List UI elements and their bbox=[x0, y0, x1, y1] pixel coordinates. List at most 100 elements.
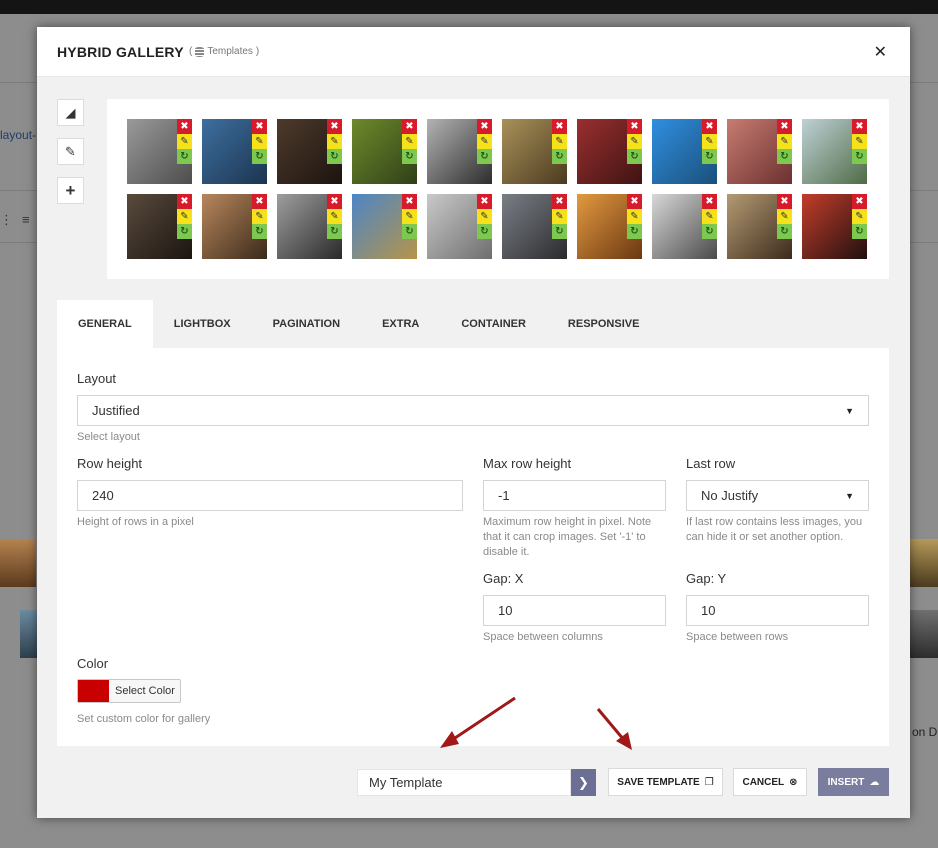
thumb-sand-tree[interactable]: ✖ ✎ ↻ bbox=[727, 194, 792, 259]
pencil-icon[interactable]: ✎ bbox=[402, 209, 417, 224]
tab-lightbox[interactable]: LIGHTBOX bbox=[153, 300, 252, 348]
thumb-shark-rocket[interactable]: ✖ ✎ ↻ bbox=[202, 119, 267, 184]
pencil-icon[interactable]: ✎ bbox=[852, 209, 867, 224]
replace-icon[interactable]: ↻ bbox=[477, 224, 492, 239]
row-height-input[interactable]: 240 bbox=[77, 480, 463, 511]
pencil-icon[interactable]: ✎ bbox=[477, 134, 492, 149]
bg-link[interactable]: layout- bbox=[0, 128, 36, 142]
replace-icon[interactable]: ↻ bbox=[327, 224, 342, 239]
replace-icon[interactable]: ↻ bbox=[177, 149, 192, 164]
replace-icon[interactable]: ↻ bbox=[402, 149, 417, 164]
pencil-button[interactable]: ✎ bbox=[57, 138, 84, 165]
pencil-icon[interactable]: ✎ bbox=[627, 209, 642, 224]
thumb-globe[interactable]: ✖ ✎ ↻ bbox=[652, 119, 717, 184]
close-button[interactable]: ✕ bbox=[874, 42, 887, 62]
pencil-icon[interactable]: ✎ bbox=[627, 134, 642, 149]
eraser-button[interactable]: ◢ bbox=[57, 99, 84, 126]
templates-link[interactable]: ( Templates ) bbox=[189, 46, 259, 57]
delete-icon[interactable]: ✖ bbox=[552, 119, 567, 134]
delete-icon[interactable]: ✖ bbox=[777, 119, 792, 134]
delete-icon[interactable]: ✖ bbox=[477, 119, 492, 134]
replace-icon[interactable]: ↻ bbox=[252, 149, 267, 164]
pencil-icon[interactable]: ✎ bbox=[777, 209, 792, 224]
thumb-flag-ball[interactable]: ✖ ✎ ↻ bbox=[802, 194, 867, 259]
replace-icon[interactable]: ↻ bbox=[177, 224, 192, 239]
thumb-dark-food[interactable]: ✖ ✎ ↻ bbox=[127, 194, 192, 259]
max-row-height-input[interactable]: -1 bbox=[483, 480, 666, 511]
thumb-city-street[interactable]: ✖ ✎ ↻ bbox=[502, 194, 567, 259]
thumb-sandwich-man[interactable]: ✖ ✎ ↻ bbox=[352, 119, 417, 184]
delete-icon[interactable]: ✖ bbox=[402, 119, 417, 134]
replace-icon[interactable]: ↻ bbox=[402, 224, 417, 239]
insert-button[interactable]: INSERT ☁ bbox=[818, 768, 889, 796]
template-name-input[interactable]: My Template bbox=[357, 769, 571, 796]
thumb-horse[interactable]: ✖ ✎ ↻ bbox=[427, 119, 492, 184]
delete-icon[interactable]: ✖ bbox=[477, 194, 492, 209]
thumb-meat-heart[interactable]: ✖ ✎ ↻ bbox=[577, 119, 642, 184]
thumb-eiffel-tower[interactable]: ✖ ✎ ↻ bbox=[277, 194, 342, 259]
pencil-icon[interactable]: ✎ bbox=[252, 209, 267, 224]
replace-icon[interactable]: ↻ bbox=[777, 224, 792, 239]
add-image-button[interactable]: + bbox=[57, 177, 84, 204]
tab-container[interactable]: CONTAINER bbox=[440, 300, 547, 348]
thumb-landscape[interactable]: ✖ ✎ ↻ bbox=[802, 119, 867, 184]
delete-icon[interactable]: ✖ bbox=[627, 194, 642, 209]
tab-responsive[interactable]: RESPONSIVE bbox=[547, 300, 661, 348]
save-template-button[interactable]: SAVE TEMPLATE ❐ bbox=[608, 768, 723, 796]
thumb-bowling-pins[interactable]: ✖ ✎ ↻ bbox=[577, 194, 642, 259]
pencil-icon[interactable]: ✎ bbox=[552, 134, 567, 149]
delete-icon[interactable]: ✖ bbox=[552, 194, 567, 209]
thumb-eating-woman[interactable]: ✖ ✎ ↻ bbox=[727, 119, 792, 184]
delete-icon[interactable]: ✖ bbox=[777, 194, 792, 209]
thumb-sky-road[interactable]: ✖ ✎ ↻ bbox=[352, 194, 417, 259]
pencil-icon[interactable]: ✎ bbox=[177, 134, 192, 149]
tab-general[interactable]: GENERAL bbox=[57, 300, 153, 348]
gap-y-input[interactable]: 10 bbox=[686, 595, 869, 626]
delete-icon[interactable]: ✖ bbox=[327, 119, 342, 134]
replace-icon[interactable]: ↻ bbox=[477, 149, 492, 164]
thumb-cat-leaping[interactable]: ✖ ✎ ↻ bbox=[427, 194, 492, 259]
thumb-ancient-dancers[interactable]: ✖ ✎ ↻ bbox=[502, 119, 567, 184]
delete-icon[interactable]: ✖ bbox=[252, 119, 267, 134]
replace-icon[interactable]: ↻ bbox=[702, 224, 717, 239]
replace-icon[interactable]: ↻ bbox=[702, 149, 717, 164]
pencil-icon[interactable]: ✎ bbox=[252, 134, 267, 149]
replace-icon[interactable]: ↻ bbox=[327, 149, 342, 164]
replace-icon[interactable]: ↻ bbox=[852, 149, 867, 164]
last-row-select[interactable]: No Justify ▼ bbox=[686, 480, 869, 511]
pencil-icon[interactable]: ✎ bbox=[402, 134, 417, 149]
pencil-icon[interactable]: ✎ bbox=[552, 209, 567, 224]
thumb-juggler[interactable]: ✖ ✎ ↻ bbox=[652, 194, 717, 259]
replace-icon[interactable]: ↻ bbox=[552, 224, 567, 239]
tab-extra[interactable]: EXTRA bbox=[361, 300, 440, 348]
pencil-icon[interactable]: ✎ bbox=[477, 209, 492, 224]
thumb-sharpei-dog[interactable]: ✖ ✎ ↻ bbox=[202, 194, 267, 259]
thumb-cocktail-figures[interactable]: ✖ ✎ ↻ bbox=[277, 119, 342, 184]
replace-icon[interactable]: ↻ bbox=[852, 224, 867, 239]
select-color-button[interactable]: Select Color bbox=[77, 679, 181, 703]
delete-icon[interactable]: ✖ bbox=[327, 194, 342, 209]
load-template-button[interactable]: ❯ bbox=[571, 769, 596, 796]
delete-icon[interactable]: ✖ bbox=[852, 194, 867, 209]
pencil-icon[interactable]: ✎ bbox=[327, 134, 342, 149]
cancel-button[interactable]: CANCEL ⊗ bbox=[733, 768, 807, 796]
delete-icon[interactable]: ✖ bbox=[252, 194, 267, 209]
replace-icon[interactable]: ↻ bbox=[552, 149, 567, 164]
pencil-icon[interactable]: ✎ bbox=[702, 134, 717, 149]
replace-icon[interactable]: ↻ bbox=[252, 224, 267, 239]
replace-icon[interactable]: ↻ bbox=[777, 149, 792, 164]
tab-pagination[interactable]: PAGINATION bbox=[252, 300, 361, 348]
replace-icon[interactable]: ↻ bbox=[627, 224, 642, 239]
delete-icon[interactable]: ✖ bbox=[177, 119, 192, 134]
pencil-icon[interactable]: ✎ bbox=[852, 134, 867, 149]
gap-x-input[interactable]: 10 bbox=[483, 595, 666, 626]
delete-icon[interactable]: ✖ bbox=[702, 119, 717, 134]
delete-icon[interactable]: ✖ bbox=[177, 194, 192, 209]
pencil-icon[interactable]: ✎ bbox=[777, 134, 792, 149]
delete-icon[interactable]: ✖ bbox=[852, 119, 867, 134]
delete-icon[interactable]: ✖ bbox=[702, 194, 717, 209]
delete-icon[interactable]: ✖ bbox=[402, 194, 417, 209]
pencil-icon[interactable]: ✎ bbox=[177, 209, 192, 224]
thumb-chalkboard-girl[interactable]: ✖ ✎ ↻ bbox=[127, 119, 192, 184]
pencil-icon[interactable]: ✎ bbox=[327, 209, 342, 224]
